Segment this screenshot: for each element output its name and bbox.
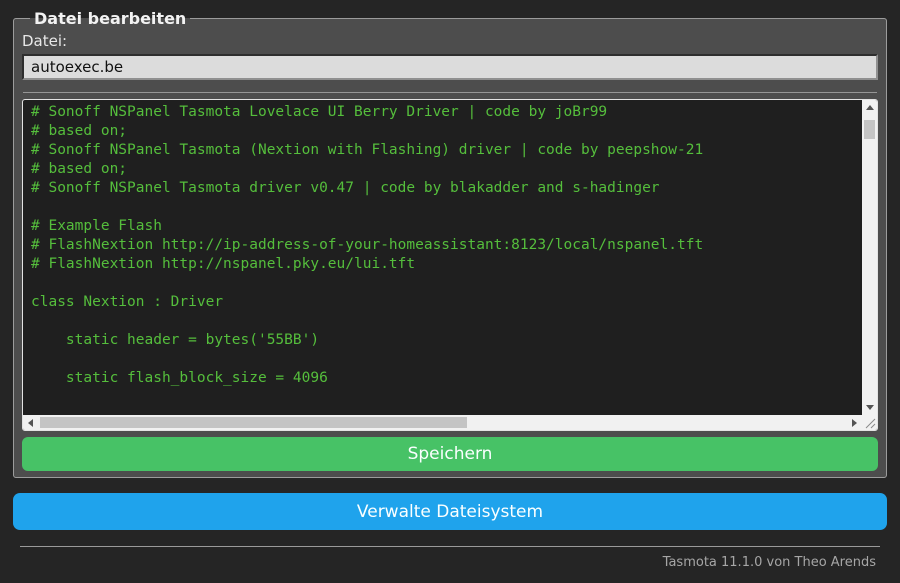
editor-main: # Sonoff NSPanel Tasmota Lovelace UI Ber… [23,100,877,415]
editor-horizontal-scrollbar[interactable] [23,415,862,430]
scroll-right-icon [852,418,857,427]
code-content[interactable]: # Sonoff NSPanel Tasmota Lovelace UI Ber… [23,100,862,415]
vertical-scroll-track[interactable] [862,115,877,400]
section-divider [23,92,877,93]
page: Datei bearbeiten Datei: # Sonoff NSPanel… [0,0,900,570]
fieldset-legend-text: Datei bearbeiten [34,9,187,28]
save-button[interactable]: Speichern [22,437,878,471]
filename-input[interactable] [22,54,878,80]
file-edit-fieldset: Datei bearbeiten Datei: # Sonoff NSPanel… [13,9,887,478]
resize-grip[interactable] [862,415,877,430]
editor-bottom-bar [23,415,877,430]
manage-filesystem-button[interactable]: Verwalte Dateisystem [13,493,887,530]
code-editor[interactable]: # Sonoff NSPanel Tasmota Lovelace UI Ber… [22,99,878,431]
horizontal-scroll-thumb[interactable] [40,417,467,428]
footer: Tasmota 11.1.0 von Theo Arends [13,546,887,570]
vertical-scroll-thumb[interactable] [864,120,875,139]
scroll-down-button[interactable] [862,400,877,415]
resize-grip-icon [865,418,876,429]
scroll-down-icon [865,405,874,410]
footer-text: Tasmota 11.1.0 von Theo Arends [662,555,876,570]
footer-divider [20,546,880,547]
file-label: Datei: [22,32,68,50]
editor-vertical-scrollbar[interactable] [862,100,877,415]
scroll-left-button[interactable] [23,415,38,430]
scroll-left-icon [28,418,33,427]
scroll-right-button[interactable] [847,415,862,430]
fieldset-legend: Datei bearbeiten [30,9,190,28]
scroll-up-icon [865,105,874,110]
horizontal-scroll-track[interactable] [38,415,847,430]
scroll-up-button[interactable] [862,100,877,115]
